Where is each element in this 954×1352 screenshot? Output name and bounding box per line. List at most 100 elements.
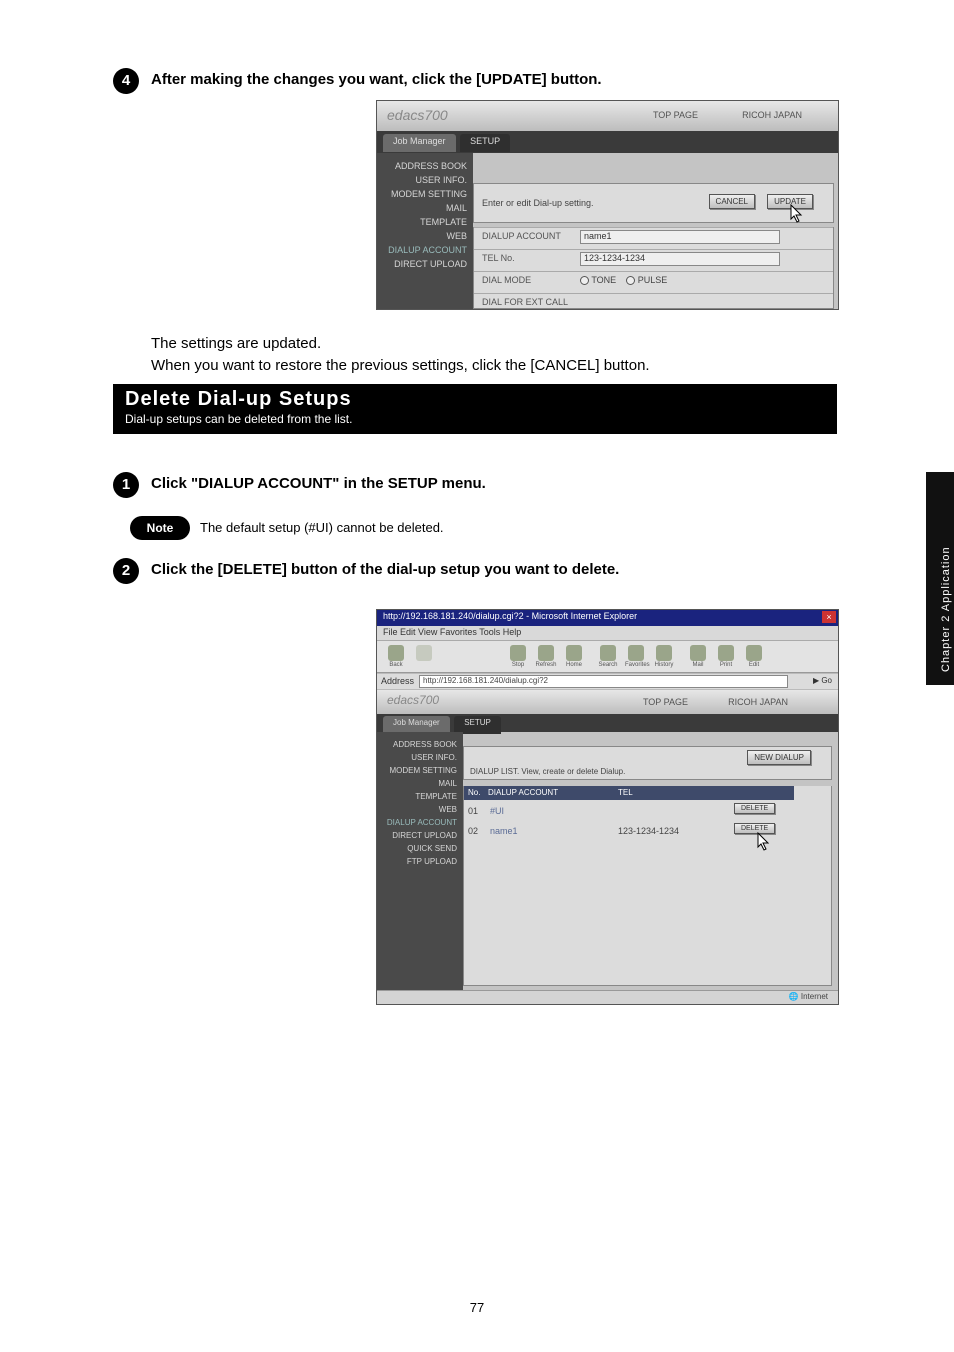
shot2-top-page-link[interactable]: TOP PAGE	[643, 697, 688, 707]
status-text: 🌐 Internet	[789, 992, 828, 1001]
shot2-table: No. DIALUP ACCOUNT TEL 01 #UI DELETE 02 …	[463, 786, 832, 986]
shot2-logo: edacs700	[387, 693, 439, 707]
refresh-icon[interactable]: Refresh	[535, 645, 557, 667]
search-icon[interactable]: Search	[597, 645, 619, 667]
radio-pulse[interactable]	[626, 276, 635, 285]
browser-menu[interactable]: File Edit View Favorites Tools Help	[377, 626, 838, 641]
row-label-dialmode: DIAL MODE	[482, 275, 531, 285]
sidebar-item-active[interactable]: DIALUP ACCOUNT	[383, 243, 467, 257]
stop-icon[interactable]: Stop	[507, 645, 529, 667]
td-no-2: 02	[468, 826, 478, 836]
dialup-account-field[interactable]: name1	[580, 230, 780, 244]
forward-icon[interactable]	[413, 645, 435, 667]
sidebar-item[interactable]: DIRECT UPLOAD	[383, 829, 457, 842]
shot2-page: edacs700 TOP PAGE RICOH JAPAN Job Manage…	[377, 690, 838, 990]
sidebar-item[interactable]: WEB	[383, 803, 457, 816]
shot2-ricoh-link[interactable]: RICOH JAPAN	[728, 697, 788, 707]
edit-icon[interactable]: Edit	[743, 645, 765, 667]
back-icon[interactable]: Back	[385, 645, 407, 667]
chapter-side-tab-text: Chapter 2 Application	[940, 546, 952, 672]
sidebar-item[interactable]: ADDRESS BOOK	[383, 738, 457, 751]
print-icon[interactable]: Print	[715, 645, 737, 667]
row-label-tel: TEL No.	[482, 253, 515, 263]
close-icon[interactable]: ×	[822, 611, 836, 623]
section-subtitle: Dial-up setups can be deleted from the l…	[125, 412, 352, 426]
sidebar-item-active[interactable]: DIALUP ACCOUNT	[383, 816, 457, 829]
shot2-content-title: DIALUP LIST. View, create or delete Dial…	[470, 767, 625, 776]
cursor-icon	[754, 832, 772, 854]
sidebar-item[interactable]: MAIL	[383, 201, 467, 215]
shot1-content-head: Enter or edit Dial-up setting. CANCEL UP…	[473, 183, 834, 223]
shot1-table: DIALUP ACCOUNT name1 TEL No. 123-1234-12…	[473, 227, 834, 309]
shot2-content-head: NEW DIALUP DIALUP LIST. View, create or …	[463, 746, 832, 780]
shot2-sidebar: ADDRESS BOOK USER INFO. MODEM SETTING MA…	[377, 732, 463, 990]
screenshot-edit-dialup: edacs700 TOP PAGE RICOH JAPAN Job Manage…	[376, 100, 839, 310]
cancel-button[interactable]: CANCEL	[709, 194, 755, 209]
address-bar: Address http://192.168.181.240/dialup.cg…	[377, 673, 838, 690]
sidebar-item[interactable]: MAIL	[383, 777, 457, 790]
th-no: No.	[464, 786, 484, 800]
history-icon[interactable]: History	[653, 645, 675, 667]
browser-toolbar: Back Stop Refresh Home Search Favorites …	[377, 641, 838, 673]
radio-tone-label: TONE	[591, 275, 616, 285]
step4-line3: When you want to restore the previous se…	[151, 357, 650, 374]
sidebar-item[interactable]: ADDRESS BOOK	[383, 159, 467, 173]
home-icon[interactable]: Home	[563, 645, 585, 667]
delete-button-2[interactable]: DELETE	[734, 823, 775, 834]
sidebar-item[interactable]: TEMPLATE	[383, 215, 467, 229]
sidebar-item[interactable]: MODEM SETTING	[383, 187, 467, 201]
screenshot-dialup-list: http://192.168.181.240/dialup.cgi?2 - Mi…	[376, 609, 839, 1005]
step-number-1: 1	[113, 472, 139, 498]
step1-text: Click "DIALUP ACCOUNT" in the SETUP menu…	[151, 475, 486, 492]
step2-text: Click the [DELETE] button of the dial-up…	[151, 561, 619, 578]
step4-line1: After making the changes you want, click…	[151, 71, 602, 88]
chapter-side-tab: Chapter 2 Application	[926, 472, 954, 685]
th-account: DIALUP ACCOUNT	[484, 786, 614, 800]
shot1-tabs: Job Manager SETUP	[383, 134, 512, 152]
td-tel-2: 123-1234-1234	[618, 826, 679, 836]
tab-job-manager[interactable]: Job Manager	[383, 134, 456, 152]
step-number-2: 2	[113, 558, 139, 584]
shot1-sidebar: ADDRESS BOOK USER INFO. MODEM SETTING MA…	[377, 153, 473, 309]
row-label-account: DIALUP ACCOUNT	[482, 231, 561, 241]
go-button[interactable]: ▶ Go	[813, 676, 832, 685]
sidebar-item[interactable]: DIRECT UPLOAD	[383, 257, 467, 271]
sidebar-item[interactable]: WEB	[383, 229, 467, 243]
td-account-1[interactable]: #UI	[490, 806, 504, 816]
sidebar-item[interactable]: QUICK SEND	[383, 842, 457, 855]
shot1-ricoh-link[interactable]: RICOH JAPAN	[742, 110, 802, 120]
window-title-text: http://192.168.181.240/dialup.cgi?2 - Mi…	[383, 611, 637, 621]
address-label: Address	[381, 676, 414, 686]
shot1-logo: edacs700	[387, 107, 448, 123]
td-no-1: 01	[468, 806, 478, 816]
note-text: The default setup (#UI) cannot be delete…	[200, 520, 444, 535]
status-bar: 🌐 Internet	[377, 990, 838, 1004]
dialmode-options: TONE PULSE	[580, 275, 667, 285]
row-label-extcall: DIAL FOR EXT CALL	[482, 297, 568, 307]
radio-tone[interactable]	[580, 276, 589, 285]
note-badge: Note	[130, 516, 190, 540]
sidebar-item[interactable]: MODEM SETTING	[383, 764, 457, 777]
update-button[interactable]: UPDATE	[767, 194, 813, 209]
sidebar-item[interactable]: FTP UPLOAD	[383, 855, 457, 868]
th-blank	[724, 786, 794, 800]
tel-field[interactable]: 123-1234-1234	[580, 252, 780, 266]
window-titlebar: http://192.168.181.240/dialup.cgi?2 - Mi…	[377, 610, 838, 626]
address-field[interactable]: http://192.168.181.240/dialup.cgi?2	[419, 675, 788, 688]
sidebar-item[interactable]: USER INFO.	[383, 751, 457, 764]
step-number-4: 4	[113, 68, 139, 94]
section-heading-bar: Delete Dial-up Setups Dial-up setups can…	[113, 384, 837, 434]
section-title: Delete Dial-up Setups	[125, 388, 352, 411]
sidebar-item[interactable]: TEMPLATE	[383, 790, 457, 803]
radio-pulse-label: PULSE	[638, 275, 668, 285]
favorites-icon[interactable]: Favorites	[625, 645, 647, 667]
td-account-2[interactable]: name1	[490, 826, 518, 836]
tab-setup[interactable]: SETUP	[460, 134, 510, 152]
shot1-content-title: Enter or edit Dial-up setting.	[482, 198, 594, 208]
delete-button-1[interactable]: DELETE	[734, 803, 775, 814]
shot1-top-page-link[interactable]: TOP PAGE	[653, 110, 698, 120]
th-tel: TEL	[614, 786, 724, 800]
mail-icon[interactable]: Mail	[687, 645, 709, 667]
sidebar-item[interactable]: USER INFO.	[383, 173, 467, 187]
new-dialup-button[interactable]: NEW DIALUP	[747, 750, 811, 765]
